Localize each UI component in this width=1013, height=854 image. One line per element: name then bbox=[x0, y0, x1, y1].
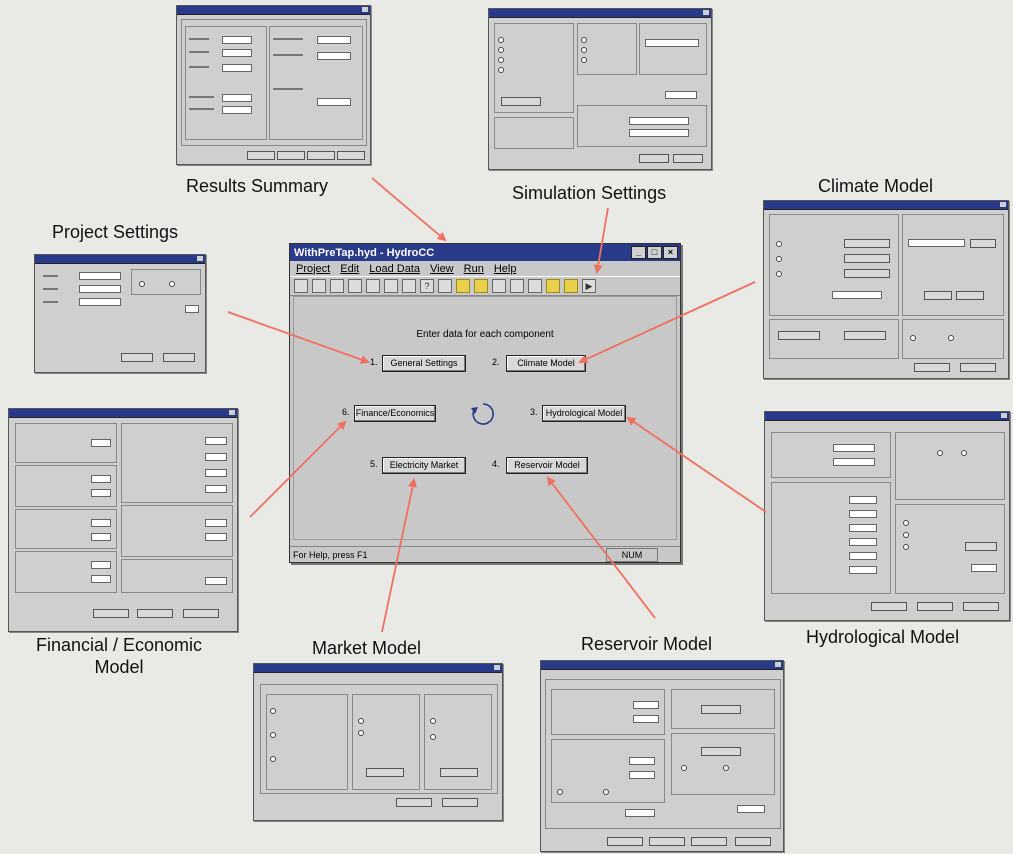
diagram-stage: Results Summary Simulation Settings Clim… bbox=[0, 0, 1013, 854]
arrow-simulation-settings bbox=[593, 207, 609, 274]
arrow-financial-economic bbox=[249, 420, 347, 518]
arrow-hydrological-model bbox=[626, 416, 767, 513]
arrow-project-settings bbox=[227, 311, 370, 364]
arrow-market-model bbox=[381, 478, 417, 633]
connector-arrows bbox=[227, 177, 767, 633]
arrow-reservoir-model bbox=[546, 476, 656, 619]
arrow-results-summary bbox=[371, 177, 447, 242]
arrow-climate-model bbox=[578, 281, 756, 364]
